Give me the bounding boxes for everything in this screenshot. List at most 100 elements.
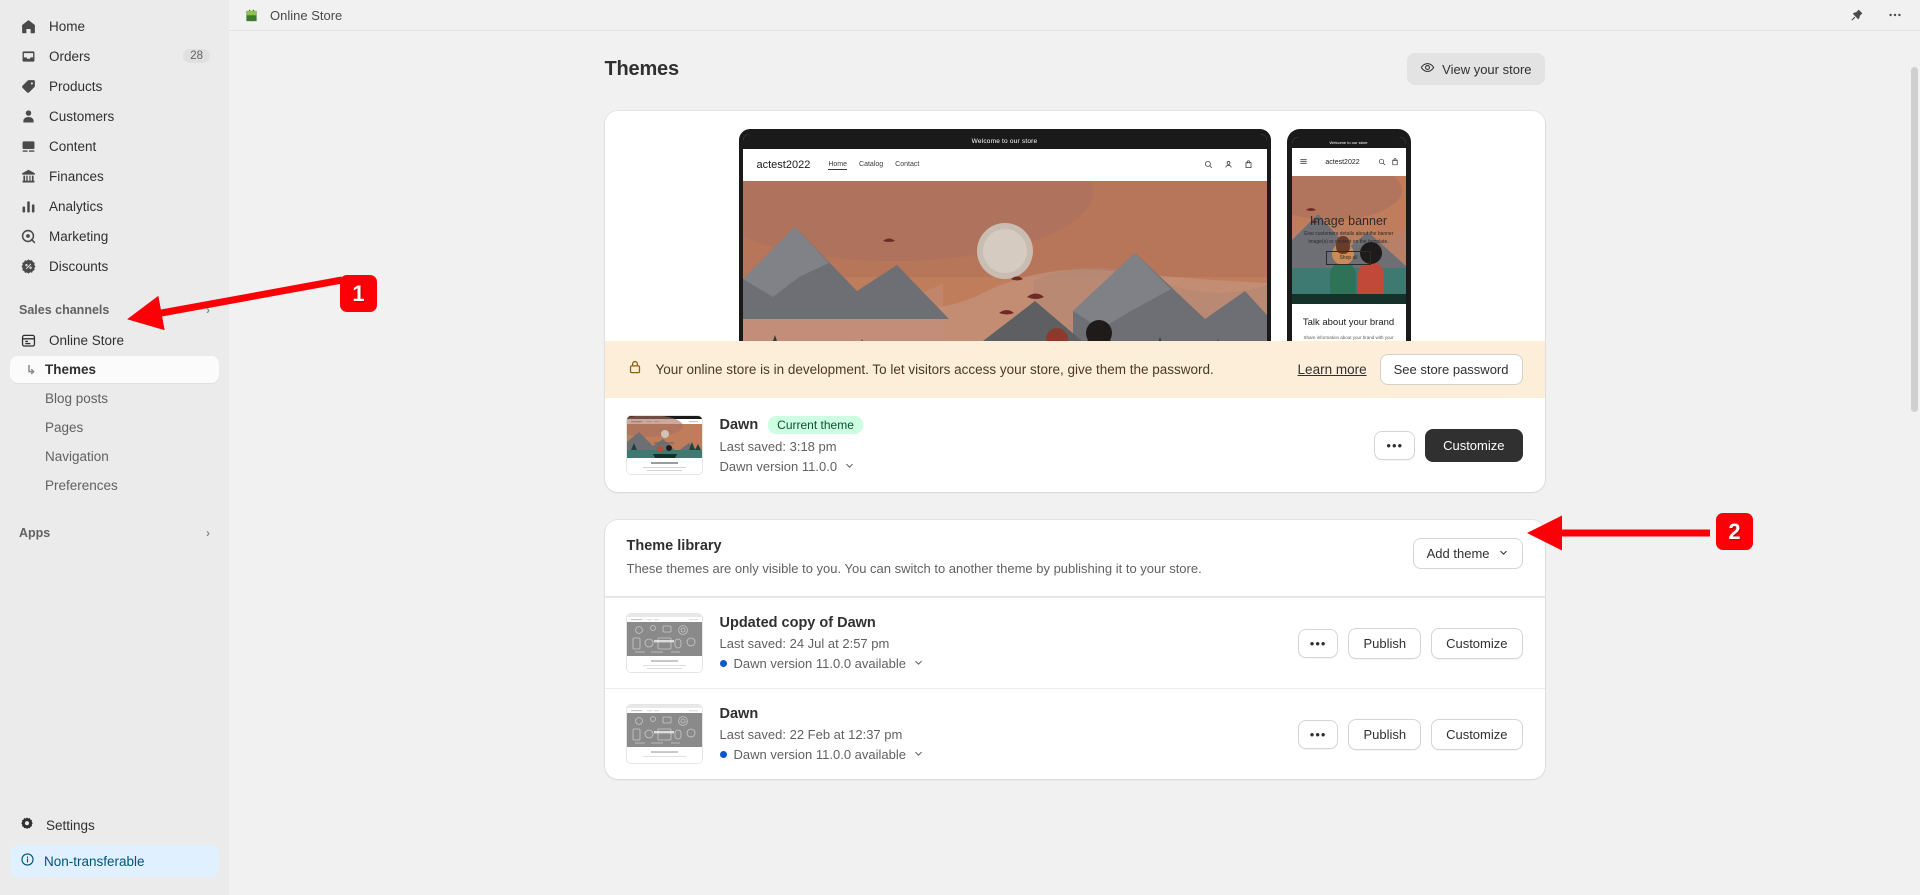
library-theme-info: Updated copy of Dawn Last saved: 24 Jul … <box>720 615 924 671</box>
storefront-hero-illustration <box>743 181 1267 341</box>
sidebar-item-label: Marketing <box>49 229 108 244</box>
sidebar-item-discounts[interactable]: Discounts <box>10 252 219 280</box>
cart-icon[interactable] <box>1244 156 1253 174</box>
library-theme-version[interactable]: Dawn version 11.0.0 available <box>720 656 924 671</box>
sidebar-item-blog-posts[interactable]: Blog posts <box>10 385 219 412</box>
library-theme-name: Dawn <box>720 706 924 722</box>
sidebar-item-settings[interactable]: Settings <box>10 811 219 839</box>
sidebar-item-preferences[interactable]: Preferences <box>10 472 219 499</box>
table-row: Updated copy of Dawn Last saved: 24 Jul … <box>605 597 1545 688</box>
sidebar-item-label: Online Store <box>49 333 124 348</box>
desktop-preview-frame[interactable]: Welcome to our store actest2022 Home Cat… <box>739 129 1271 341</box>
sidebar-subitem-label: Preferences <box>45 478 118 493</box>
learn-more-link[interactable]: Learn more <box>1298 362 1367 377</box>
nav-link-contact[interactable]: Contact <box>895 161 919 170</box>
sidebar-item-finances[interactable]: Finances <box>10 162 219 190</box>
subnav-arrow-icon: ↳ <box>26 363 37 377</box>
current-theme-thumbnail[interactable] <box>627 416 702 474</box>
page-content: Themes View your store <box>605 31 1545 779</box>
library-customize-button[interactable]: Customize <box>1431 719 1522 750</box>
non-transferable-badge[interactable]: Non-transferable <box>10 845 219 877</box>
library-publish-button[interactable]: Publish <box>1348 719 1421 750</box>
library-more-button[interactable]: ••• <box>1298 720 1339 749</box>
gear-icon <box>19 816 35 835</box>
more-horizontal-icon[interactable] <box>1884 4 1906 26</box>
sidebar-item-marketing[interactable]: Marketing <box>10 222 219 250</box>
sidebar-item-online-store[interactable]: Online Store <box>10 326 219 354</box>
library-theme-thumbnail[interactable] <box>627 705 702 763</box>
mobile-hero-text: Image banner Give customers details abou… <box>1292 214 1406 265</box>
update-available-dot-icon <box>720 751 727 758</box>
page-header: Themes View your store <box>605 53 1545 85</box>
library-row-actions: ••• Publish Customize <box>1298 719 1523 750</box>
current-theme-badge: Current theme <box>768 416 863 434</box>
nav-link-home[interactable]: Home <box>828 161 847 170</box>
sidebar-item-label: Customers <box>49 109 114 124</box>
sidebar-spacer <box>0 548 229 810</box>
discounts-icon <box>19 257 38 276</box>
view-your-store-button[interactable]: View your store <box>1407 53 1544 85</box>
library-theme-version-label: Dawn version 11.0.0 available <box>734 747 906 762</box>
current-theme-version[interactable]: Dawn version 11.0.0 <box>720 459 863 474</box>
main-area: Online Store Themes <box>229 0 1920 895</box>
library-publish-button[interactable]: Publish <box>1348 628 1421 659</box>
storefront-nav-links: Home Catalog Contact <box>828 161 919 170</box>
mobile-hero-illustration: Image banner Give customers details abou… <box>1292 176 1406 304</box>
sidebar-item-content[interactable]: Content <box>10 132 219 160</box>
see-store-password-button[interactable]: See store password <box>1380 354 1523 385</box>
vertical-scrollbar[interactable] <box>1911 67 1918 412</box>
sidebar-item-themes[interactable]: ↳ Themes <box>10 356 219 383</box>
annotation-badge-2: 2 <box>1716 513 1753 550</box>
sidebar-group-sales-channels[interactable]: Sales channels › <box>10 296 219 324</box>
current-theme-customize-button[interactable]: Customize <box>1425 429 1522 462</box>
sidebar-group-apps[interactable]: Apps › <box>10 519 219 547</box>
mobile-hero-heading: Image banner <box>1292 214 1406 228</box>
sidebar-item-products[interactable]: Products <box>10 72 219 100</box>
library-theme-thumbnail[interactable] <box>627 614 702 672</box>
page-scroll-area[interactable]: Themes View your store <box>229 31 1920 895</box>
pin-icon[interactable] <box>1846 4 1868 26</box>
current-theme-more-button[interactable]: ••• <box>1374 431 1415 460</box>
mobile-cart-icon[interactable] <box>1391 153 1399 171</box>
nav-link-catalog[interactable]: Catalog <box>859 161 883 170</box>
page-title: Themes <box>605 58 679 81</box>
sidebar-item-navigation[interactable]: Navigation <box>10 443 219 470</box>
sidebar-item-home[interactable]: Home <box>10 12 219 40</box>
library-theme-last-saved: Last saved: 24 Jul at 2:57 pm <box>720 636 924 651</box>
development-banner-message: Your online store is in development. To … <box>656 362 1214 377</box>
products-icon <box>19 77 38 96</box>
orders-count-badge: 28 <box>183 49 210 63</box>
theme-library-heading-group: Theme library These themes are only visi… <box>627 538 1202 576</box>
chevron-down-icon <box>1498 546 1509 561</box>
chevron-right-icon: › <box>206 303 210 317</box>
topbar-actions <box>1846 4 1906 26</box>
hamburger-menu-icon[interactable] <box>1299 153 1308 171</box>
library-theme-version[interactable]: Dawn version 11.0.0 available <box>720 747 924 762</box>
mobile-storefront-logo: actest2022 <box>1325 159 1359 166</box>
mobile-storefront-nav: actest2022 <box>1292 148 1406 176</box>
current-theme-row: Dawn Current theme Last saved: 3:18 pm D… <box>605 398 1545 492</box>
shopify-admin-window: Home Orders 28 Products Customers <box>0 0 1920 895</box>
mobile-search-icon[interactable] <box>1378 153 1386 171</box>
eye-icon <box>1420 60 1435 78</box>
sidebar-item-customers[interactable]: Customers <box>10 102 219 130</box>
add-theme-label: Add theme <box>1427 546 1490 561</box>
current-theme-last-saved: Last saved: 3:18 pm <box>720 439 863 454</box>
add-theme-button[interactable]: Add theme <box>1413 538 1523 569</box>
storefront-icons <box>1204 156 1253 174</box>
search-icon[interactable] <box>1204 156 1213 174</box>
library-customize-button[interactable]: Customize <box>1431 628 1522 659</box>
chevron-down-icon <box>913 747 924 762</box>
sidebar-item-orders[interactable]: Orders 28 <box>10 42 219 70</box>
theme-library-subtitle: These themes are only visible to you. Yo… <box>627 561 1202 576</box>
mobile-hero-button[interactable]: Shop all <box>1326 251 1370 265</box>
mobile-announcement-bar: Welcome to our store <box>1292 137 1406 148</box>
sidebar: Home Orders 28 Products Customers <box>0 0 229 895</box>
online-store-icon <box>19 331 38 350</box>
sidebar-item-pages[interactable]: Pages <box>10 414 219 441</box>
mobile-preview-frame[interactable]: Welcome to our store actest2022 <box>1287 129 1411 341</box>
library-more-button[interactable]: ••• <box>1298 629 1339 658</box>
mobile-brand-title: Talk about your brand <box>1300 317 1398 329</box>
sidebar-item-analytics[interactable]: Analytics <box>10 192 219 220</box>
account-icon[interactable] <box>1224 156 1233 174</box>
